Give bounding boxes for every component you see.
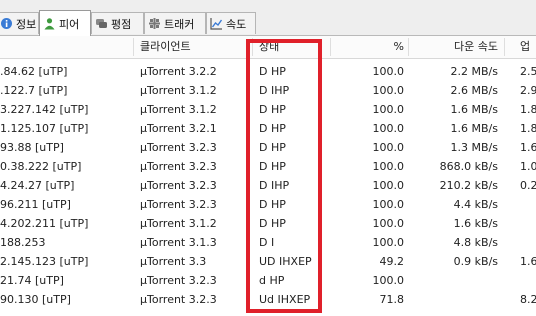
peer-ip-address: 93.88 [uTP] [0, 141, 64, 154]
tab-label: 트래커 [164, 17, 195, 31]
peer-download-speed: 868.0 kB/s [439, 160, 498, 173]
peer-client: µTorrent 3.1.2 [140, 217, 217, 230]
peer-percent: 100.0 [372, 217, 405, 230]
peer-client: µTorrent 3.2.1 [140, 122, 217, 135]
column-divider[interactable] [504, 38, 505, 56]
peer-percent: 100.0 [372, 160, 405, 173]
peer-client: µTorrent 3.1.2 [140, 84, 217, 97]
peer-percent: 100.0 [372, 122, 405, 135]
peer-ip-address: 90.130 [uTP] [0, 293, 71, 306]
tab-speed[interactable]: 속도 [206, 12, 256, 34]
peer-ip-address: 21.74 [uTP] [0, 274, 64, 287]
peer-download-speed: 4.4 kB/s [453, 198, 498, 211]
column-header-client[interactable]: 클라이언트 [140, 36, 191, 58]
tab-label: 피어 [59, 17, 80, 31]
peer-percent: 100.0 [372, 179, 405, 192]
trackers-icon [148, 17, 161, 30]
peer-upload-speed: 1.0 [520, 160, 536, 173]
peer-percent: 100.0 [372, 274, 405, 287]
flags-column-highlight-box [246, 39, 322, 313]
tab-trackers[interactable]: 트래커 [144, 12, 206, 34]
column-header-percent[interactable]: % [330, 36, 404, 58]
peer-download-speed [408, 290, 498, 310]
peer-percent: 100.0 [372, 103, 405, 116]
tab-peers[interactable]: 피어 [39, 10, 91, 36]
speed-graph-icon [210, 17, 223, 30]
tab-label: 속도 [226, 17, 247, 31]
peer-upload-speed: 0.2 [520, 179, 536, 192]
peer-upload-speed: 1.8 [520, 122, 536, 135]
peer-percent: 49.2 [379, 255, 405, 268]
peer-client: µTorrent 3.2.3 [140, 141, 217, 154]
column-header-download-speed[interactable]: 다운 속도 [408, 36, 498, 58]
tab-info[interactable]: 정보 [0, 12, 39, 34]
column-header-upload-speed[interactable]: 업 [520, 36, 530, 58]
peers-icon [43, 17, 56, 30]
peer-download-speed [408, 271, 498, 291]
peer-percent: 100.0 [372, 141, 405, 154]
tab-bar: 정보 피어 평점 트래커 속도 [0, 0, 536, 36]
peer-download-speed: 4.8 kB/s [453, 236, 498, 249]
peer-percent: 71.8 [379, 293, 405, 306]
peer-percent: 100.0 [372, 65, 405, 78]
tab-ratings[interactable]: 평점 [91, 12, 144, 34]
peer-client: µTorrent 3.2.2 [140, 65, 217, 78]
peer-client: µTorrent 3.1.2 [140, 103, 217, 116]
peer-percent: 100.0 [372, 236, 405, 249]
peer-ip-address: 0.38.222 [uTP] [0, 160, 82, 173]
peer-client: µTorrent 3.2.3 [140, 179, 217, 192]
peer-client: µTorrent 3.2.3 [140, 274, 217, 287]
peer-ip-address: 188.253 [0, 236, 46, 249]
ratings-icon [95, 17, 108, 30]
peer-upload-speed: 1.8 [520, 103, 536, 116]
peer-ip-address: 96.211 [uTP] [0, 198, 71, 211]
peer-download-speed: 1.6 kB/s [453, 217, 498, 230]
peer-upload-speed: 8.2 [520, 293, 536, 306]
peer-ip-address: 3.227.142 [uTP] [0, 103, 89, 116]
peer-ip-address: 1.125.107 [uTP] [0, 122, 89, 135]
peer-ip-address: .84.62 [uTP] [0, 65, 68, 78]
peer-ip-address: .122.7 [uTP] [0, 84, 68, 97]
peer-client: µTorrent 3.1.3 [140, 236, 217, 249]
peer-upload-speed: 1.6 [520, 255, 536, 268]
peer-upload-speed: 2.9 [520, 84, 536, 97]
peer-percent: 100.0 [372, 198, 405, 211]
peer-download-speed: 1.6 MB/s [450, 122, 498, 135]
tab-label: 정보 [16, 17, 37, 31]
peer-download-speed: 210.2 kB/s [439, 179, 498, 192]
peer-ip-address: 2.145.123 [uTP] [0, 255, 89, 268]
peer-ip-address: 4.24.27 [uTP] [0, 179, 75, 192]
peer-download-speed: 1.6 MB/s [450, 103, 498, 116]
peer-download-speed: 2.6 MB/s [450, 84, 498, 97]
tab-label: 평점 [111, 17, 132, 31]
peer-client: µTorrent 3.2.3 [140, 198, 217, 211]
info-icon [0, 17, 13, 30]
peer-download-speed: 1.3 MB/s [450, 141, 498, 154]
peer-client: µTorrent 3.3 [140, 255, 207, 268]
peer-percent: 100.0 [372, 84, 405, 97]
peer-upload-speed: 1.6 [520, 141, 536, 154]
column-divider[interactable] [133, 38, 134, 56]
peer-upload-speed: 2.5 [520, 65, 536, 78]
peer-client: µTorrent 3.2.3 [140, 160, 217, 173]
peer-client: µTorrent 3.2.3 [140, 293, 217, 306]
peer-download-speed: 0.9 kB/s [453, 255, 498, 268]
peer-download-speed: 2.2 MB/s [450, 65, 498, 78]
peer-ip-address: 4.202.211 [uTP] [0, 217, 89, 230]
